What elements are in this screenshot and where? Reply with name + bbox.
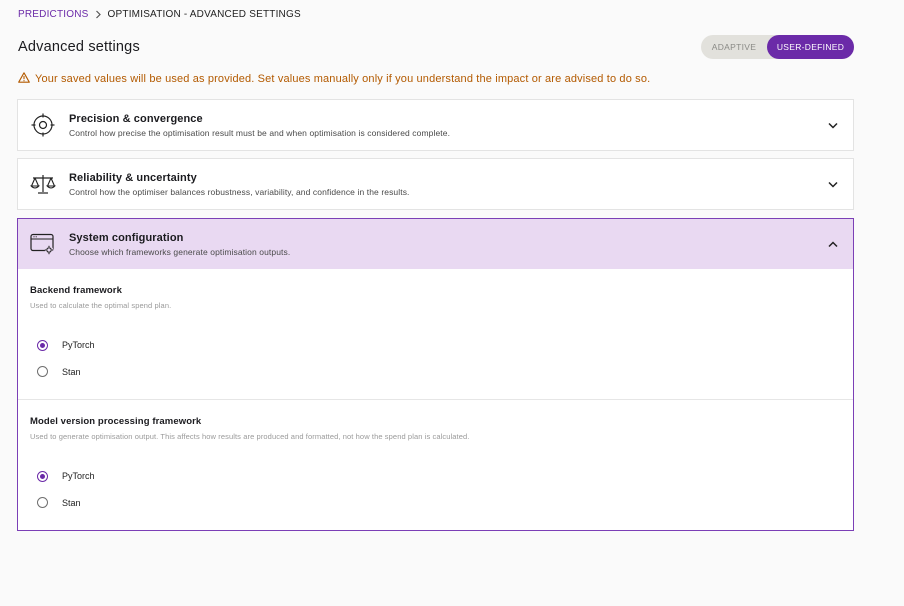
radio-label: PyTorch <box>62 471 95 482</box>
backend-stan-option[interactable]: Stan <box>30 359 841 386</box>
breadcrumb-current: OPTIMISATION - ADVANCED SETTINGS <box>107 9 301 20</box>
warning-icon <box>18 72 30 86</box>
panel-reliability-uncertainty: Reliability & uncertainty Control how th… <box>17 158 854 210</box>
panel-precision-convergence: Precision & convergence Control how prec… <box>17 99 854 151</box>
target-icon <box>30 112 56 138</box>
section-help-text: Used to calculate the optimal spend plan… <box>30 301 172 310</box>
backend-framework-section: Backend framework Used to calculate the … <box>18 269 853 399</box>
panel-subtitle: Control how the optimiser balances robus… <box>69 186 410 197</box>
breadcrumb: PREDICTIONS OPTIMISATION - ADVANCED SETT… <box>18 9 301 20</box>
user-defined-toggle-option[interactable]: USER-DEFINED <box>767 35 854 59</box>
panel-system-configuration: System configuration Choose which framew… <box>17 218 854 531</box>
panel-precision-convergence-header[interactable]: Precision & convergence Control how prec… <box>18 100 853 150</box>
warning-text: Your saved values will be used as provid… <box>35 73 651 85</box>
radio-label: PyTorch <box>62 340 95 351</box>
radio-button-checked[interactable] <box>37 470 48 482</box>
scale-icon <box>30 171 56 197</box>
radio-button[interactable] <box>37 366 48 378</box>
window-gear-icon <box>30 231 56 257</box>
section-title: Model version processing framework <box>30 416 202 427</box>
radio-label: Stan <box>62 366 81 377</box>
section-title: Backend framework <box>30 285 122 296</box>
backend-framework-radio-group: PyTorch Stan <box>30 332 841 399</box>
model-version-stan-option[interactable]: Stan <box>30 490 841 517</box>
chevron-up-icon[interactable] <box>827 238 839 250</box>
panel-system-configuration-header[interactable]: System configuration Choose which framew… <box>18 219 853 269</box>
radio-button[interactable] <box>37 497 48 509</box>
panel-title: Precision & convergence <box>69 112 203 125</box>
chevron-down-icon[interactable] <box>827 119 839 131</box>
page-title: Advanced settings <box>18 39 140 55</box>
mode-toggle: ADAPTIVE USER-DEFINED <box>701 35 854 59</box>
backend-pytorch-option[interactable]: PyTorch <box>30 332 841 359</box>
panel-reliability-uncertainty-header[interactable]: Reliability & uncertainty Control how th… <box>18 159 853 209</box>
breadcrumb-predictions-link[interactable]: PREDICTIONS <box>18 9 89 20</box>
radio-label: Stan <box>62 497 81 508</box>
model-version-framework-section: Model version processing framework Used … <box>18 399 853 530</box>
warning-banner: Your saved values will be used as provid… <box>18 72 650 86</box>
section-help-text: Used to generate optimisation output. Th… <box>30 432 470 441</box>
panel-subtitle: Control how precise the optimisation res… <box>69 127 451 138</box>
chevron-right-icon <box>95 10 102 19</box>
panel-title: Reliability & uncertainty <box>69 171 197 184</box>
model-version-pytorch-option[interactable]: PyTorch <box>30 463 841 490</box>
adaptive-toggle-option[interactable]: ADAPTIVE <box>701 35 767 59</box>
panel-subtitle: Choose which frameworks generate optimis… <box>69 246 291 257</box>
radio-button-checked[interactable] <box>37 339 48 351</box>
chevron-down-icon[interactable] <box>827 178 839 190</box>
model-version-framework-radio-group: PyTorch Stan <box>30 463 841 530</box>
panel-title: System configuration <box>69 231 184 244</box>
